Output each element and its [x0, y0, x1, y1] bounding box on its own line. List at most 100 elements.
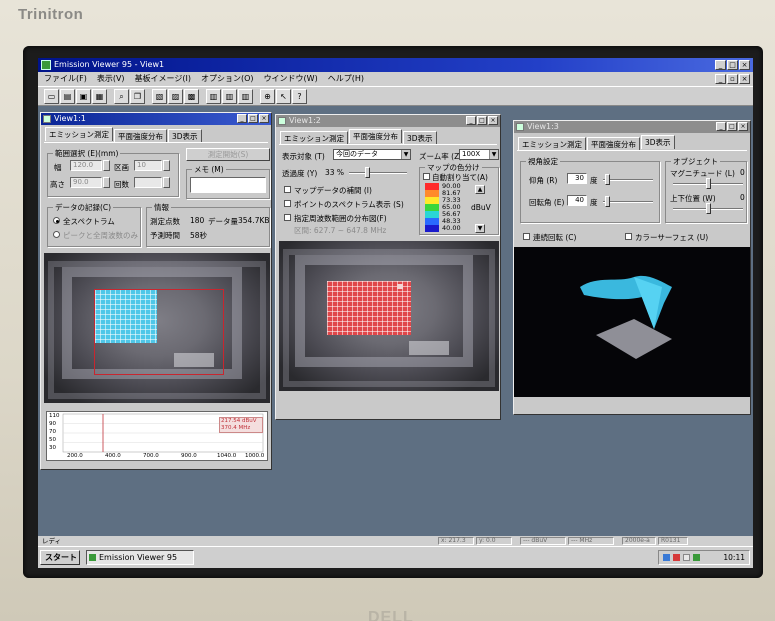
record-all-radio[interactable] [53, 217, 60, 224]
network-icon [663, 554, 670, 561]
tab-plane-intensity[interactable]: 平面強度分布 [349, 129, 402, 143]
elevation-slider[interactable] [603, 179, 653, 181]
menu-help[interactable]: ヘルプ(H) [328, 72, 364, 86]
transparency-slider[interactable] [349, 172, 407, 174]
record-all-label: 全スペクトラム [63, 217, 115, 226]
tab-3d-view[interactable]: 3D表示 [641, 135, 675, 149]
menu-view[interactable]: 表示(V) [97, 72, 125, 86]
save-icon[interactable]: ▣ [76, 89, 91, 104]
color-surface-checkbox[interactable] [625, 233, 632, 240]
view1-minimize-button[interactable]: _ [237, 114, 247, 123]
status-y: y: 0.0 [476, 537, 512, 545]
height-spinner[interactable] [103, 177, 110, 188]
measure-start-button[interactable]: 測定開始(S) [186, 148, 270, 161]
memo-field[interactable] [190, 177, 266, 193]
menu-window[interactable]: ウインドウ(W) [264, 72, 318, 86]
point-spectrum-checkbox[interactable] [284, 200, 291, 207]
spec-y-tick: 110 [49, 413, 60, 419]
menu-board-image[interactable]: 基板イメージ(I) [135, 72, 191, 86]
start-button[interactable]: スタート [40, 550, 80, 565]
menu-file[interactable]: ファイル(F) [44, 72, 87, 86]
record-group-title: データの記録(C) [53, 202, 114, 213]
open-icon[interactable]: ▤ [60, 89, 75, 104]
copy-icon[interactable]: ❐ [130, 89, 145, 104]
continuous-rotation-checkbox[interactable] [523, 233, 530, 240]
print-icon[interactable]: ▦ [92, 89, 107, 104]
board-image-view[interactable] [44, 253, 270, 403]
div-spinner[interactable] [163, 160, 170, 171]
zoom-select[interactable]: 100X ▼ [459, 149, 499, 160]
count-spinner[interactable] [163, 177, 170, 188]
display-target-value: 今回のデータ [336, 150, 378, 158]
zoom-value: 100X [462, 150, 481, 158]
tab-plane-intensity[interactable]: 平面強度分布 [114, 129, 167, 142]
zoom-icon[interactable]: ⌕ [114, 89, 129, 104]
rotation-slider[interactable] [603, 201, 653, 203]
maximize-button[interactable]: □ [727, 60, 738, 70]
elevation-field[interactable]: 30 [567, 173, 587, 184]
view-icon[interactable]: ▩ [184, 89, 199, 104]
spectrum-plot[interactable]: 110 90 70 50 30 200.0 400.0 700.0 900.0 … [46, 411, 268, 461]
new-icon[interactable]: ▭ [44, 89, 59, 104]
tab-emission-measure[interactable]: エミッション測定 [518, 137, 586, 150]
3d-view-canvas[interactable] [514, 247, 750, 397]
transparency-thumb[interactable] [365, 167, 370, 178]
record-peak-radio[interactable] [53, 231, 60, 238]
tab-emission-measure[interactable]: エミッション測定 [45, 127, 113, 141]
rotation-field[interactable]: 40 [567, 195, 587, 206]
height-field[interactable]: 90.0 [70, 177, 102, 188]
intensity-map-view[interactable] [279, 241, 499, 391]
spec-x-tick: 1040.0 [217, 453, 237, 459]
tile-icon[interactable]: ▥ [206, 89, 221, 104]
tab-3d-view[interactable]: 3D表示 [168, 129, 202, 142]
div-field[interactable]: 10 [134, 160, 162, 171]
view3-panel: 視角設定 仰角 (R) 30 度 回転角 (E) 40 度 オブジェクト マグニ [514, 150, 750, 412]
legend-up-button[interactable]: ▲ [475, 185, 485, 194]
legend-swatch [425, 225, 439, 232]
spec-x-tick: 400.0 [105, 453, 121, 459]
interp-checkbox[interactable] [284, 186, 291, 193]
view3-minimize-button[interactable]: _ [716, 122, 726, 131]
status-dbuv: --- dBuV [520, 537, 566, 545]
record-peak-label: ピークと全周波数のみ [63, 231, 138, 240]
menu-options[interactable]: オプション(O) [201, 72, 254, 86]
3d-base-plane [596, 319, 672, 359]
child-minimize-button[interactable]: _ [715, 74, 726, 84]
tab-plane-intensity[interactable]: 平面強度分布 [587, 137, 640, 150]
view-icon[interactable]: ▨ [168, 89, 183, 104]
tab-3d-view[interactable]: 3D表示 [403, 131, 437, 144]
tile-icon[interactable]: ▥ [238, 89, 253, 104]
tile-icon[interactable]: ▥ [222, 89, 237, 104]
close-button[interactable]: × [739, 60, 750, 70]
count-field[interactable] [134, 177, 162, 188]
view1-close-button[interactable]: × [259, 114, 269, 123]
magnitude-thumb[interactable] [706, 178, 711, 189]
child-close-button[interactable]: × [739, 74, 750, 84]
width-field[interactable]: 120.0 [70, 160, 102, 171]
freq-range-checkbox[interactable] [284, 214, 291, 221]
help-icon[interactable]: ? [292, 89, 307, 104]
legend-down-button[interactable]: ▼ [475, 224, 485, 233]
view3-close-button[interactable]: × [738, 122, 748, 131]
child-restore-button[interactable]: ▫ [727, 74, 738, 84]
status-ready: レディ [42, 537, 62, 545]
minimize-button[interactable]: _ [715, 60, 726, 70]
taskbar-item-emission-viewer[interactable]: Emission Viewer 95 [86, 550, 194, 565]
view-icon[interactable]: ▧ [152, 89, 167, 104]
view2-minimize-button[interactable]: _ [466, 116, 476, 125]
auto-alloc-checkbox[interactable] [423, 173, 430, 180]
display-target-select[interactable]: 今回のデータ ▼ [333, 149, 411, 160]
view3-maximize-button[interactable]: □ [727, 122, 737, 131]
updown-thumb[interactable] [706, 203, 711, 214]
child-window-icon [516, 123, 524, 131]
map-marker [397, 284, 403, 289]
elevation-thumb[interactable] [605, 174, 610, 185]
view2-maximize-button[interactable]: □ [477, 116, 487, 125]
pointer-icon[interactable]: ↖ [276, 89, 291, 104]
view2-close-button[interactable]: × [488, 116, 498, 125]
zoom-in-icon[interactable]: ⊕ [260, 89, 275, 104]
tab-emission-measure[interactable]: エミッション測定 [280, 131, 348, 144]
view1-maximize-button[interactable]: □ [248, 114, 258, 123]
rotation-thumb[interactable] [605, 196, 610, 207]
width-spinner[interactable] [103, 160, 110, 171]
